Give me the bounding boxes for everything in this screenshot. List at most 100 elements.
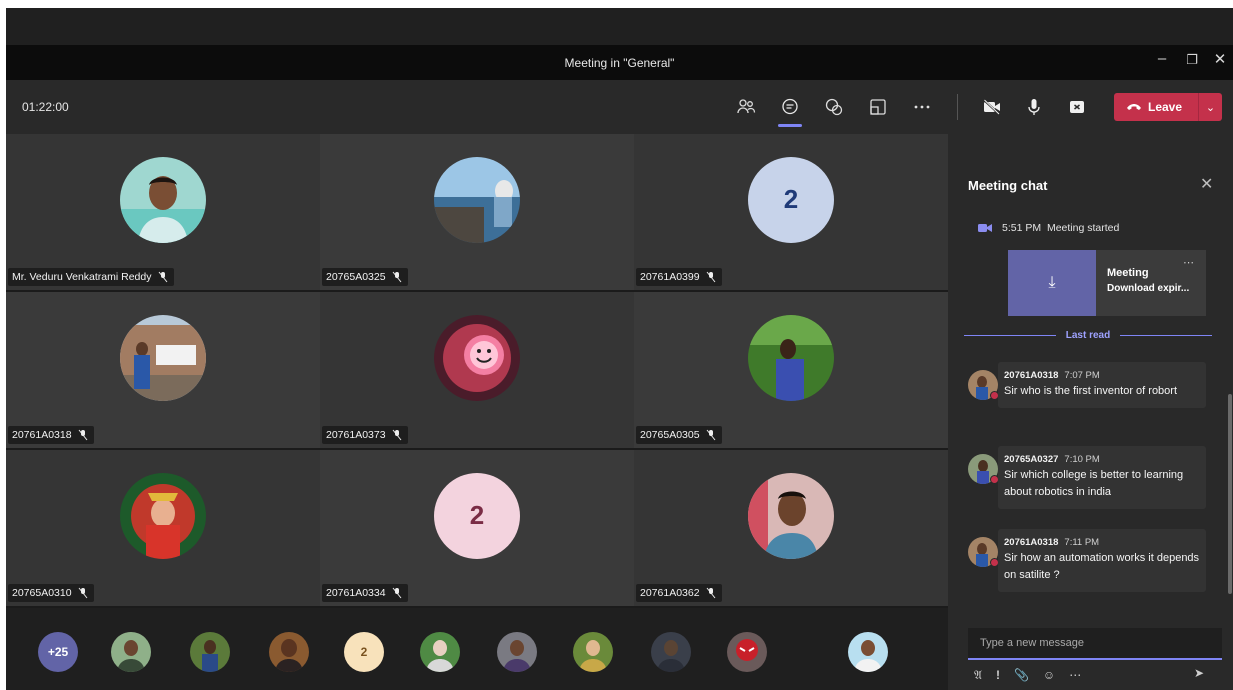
chat-scrollbar[interactable] <box>1228 394 1232 594</box>
hang-up-icon <box>1127 104 1141 110</box>
mic-icon[interactable] <box>1021 94 1047 120</box>
more-compose-options-icon[interactable]: ⋯ <box>1069 668 1081 682</box>
participant-nameplate: Mr. Veduru Venkatrami Reddy <box>8 268 174 286</box>
participant-avatar <box>120 156 206 243</box>
compose-toolbar: 𝔄 ! 📎 ☺ ⋯ ➤ <box>974 666 1224 684</box>
strip-avatar[interactable] <box>497 632 537 672</box>
participant-tile[interactable]: 20765A0305 <box>634 292 948 448</box>
emoji-icon[interactable]: ☺ <box>1043 668 1055 682</box>
participant-name: 20765A0305 <box>640 429 700 441</box>
recording-card-subtitle: Download expir... <box>1107 283 1190 294</box>
chat-icon[interactable] <box>777 94 803 120</box>
more-options-icon[interactable] <box>909 94 935 120</box>
mic-off-icon <box>392 271 401 283</box>
message-text: Sir which college is better to learning … <box>1004 469 1184 498</box>
message-bubble: 20765A0327 7:10 PM Sir which college is b… <box>998 446 1206 509</box>
leave-button[interactable]: Leave ⌄ <box>1114 93 1222 121</box>
send-icon[interactable]: ➤ <box>1194 666 1204 680</box>
important-icon[interactable]: ! <box>996 668 1000 682</box>
participant-tile[interactable]: 2 20761A0334 <box>320 450 634 606</box>
camera-off-icon[interactable] <box>979 94 1005 120</box>
participant-nameplate: 20765A0310 <box>8 584 94 602</box>
restore-icon[interactable]: ❐ <box>1181 52 1203 68</box>
meeting-started-event: 5:51 PM Meeting started <box>978 222 1119 234</box>
mic-off-icon <box>706 587 715 599</box>
message-time: 7:10 PM <box>1064 454 1100 465</box>
participant-tile[interactable]: Mr. Veduru Venkatrami Reddy <box>6 134 320 290</box>
compose-box[interactable] <box>968 628 1222 660</box>
strip-avatar[interactable] <box>269 632 309 672</box>
participant-tile[interactable]: 20761A0318 <box>6 292 320 448</box>
participant-strip: +25 2 <box>6 608 948 690</box>
reactions-icon[interactable] <box>821 94 847 120</box>
self-view-avatar[interactable] <box>848 632 888 672</box>
meeting-started-text: Meeting started <box>1046 222 1120 234</box>
mic-off-icon <box>706 429 715 441</box>
share-tray-icon[interactable] <box>865 94 891 120</box>
participant-initials-avatar: 2 <box>434 472 520 559</box>
strip-avatar[interactable] <box>420 632 460 672</box>
participant-name: 20761A0399 <box>640 271 700 283</box>
chevron-down-icon[interactable]: ⌄ <box>1199 101 1222 114</box>
close-chat-icon[interactable]: ✕ <box>1200 174 1213 194</box>
meeting-recording-card[interactable]: ⤓ Meeting Download expir... ⋯ <box>1008 250 1206 316</box>
participant-nameplate: 20761A0399 <box>636 268 722 286</box>
participant-nameplate: 20761A0362 <box>636 584 722 602</box>
participant-nameplate: 20761A0373 <box>322 426 408 444</box>
strip-initials-avatar[interactable]: 2 <box>344 632 384 672</box>
video-camera-icon <box>978 224 992 232</box>
meeting-started-time: 5:51 PM <box>1002 222 1042 234</box>
strip-avatar[interactable] <box>111 632 151 672</box>
leave-label: Leave <box>1148 100 1183 114</box>
message-time: 7:11 PM <box>1064 537 1100 548</box>
more-participants-badge[interactable]: +25 <box>38 632 78 672</box>
participants-icon[interactable] <box>733 94 759 120</box>
mic-off-icon <box>78 429 87 441</box>
participant-name: Mr. Veduru Venkatrami Reddy <box>12 271 152 283</box>
participant-tile[interactable]: 20765A0325 <box>320 134 634 290</box>
message-bubble: 20761A0318 7:11 PM Sir how an automation … <box>998 529 1206 592</box>
participant-name: 20765A0310 <box>12 587 72 599</box>
mic-off-icon <box>158 271 167 283</box>
participant-avatar <box>120 314 206 401</box>
window-title: Meeting in "General" <box>564 56 675 70</box>
participant-avatar <box>748 472 834 559</box>
message-author: 20765A0327 <box>1004 454 1059 465</box>
minimize-icon[interactable]: – <box>1151 50 1173 67</box>
participant-tile[interactable]: 20761A0373 <box>320 292 634 448</box>
participant-avatar <box>748 314 834 401</box>
mic-off-icon <box>706 271 715 283</box>
participant-nameplate: 20761A0318 <box>8 426 94 444</box>
participant-avatar <box>434 156 520 243</box>
close-window-icon[interactable]: ✕ <box>1209 50 1231 68</box>
teams-meeting-window: Meeting in "General" – ❐ ✕ 01:22:00 Leav… <box>6 8 1233 690</box>
meeting-timer: 01:22:00 <box>22 100 69 114</box>
participant-tile[interactable]: 20761A0362 <box>634 450 948 606</box>
mic-off-icon <box>392 587 401 599</box>
participant-avatar <box>120 472 206 559</box>
participant-name: 20761A0362 <box>640 587 700 599</box>
message-text: Sir how an automation works it depends o… <box>1004 552 1200 581</box>
card-more-options-icon[interactable]: ⋯ <box>1183 256 1194 269</box>
participant-nameplate: 20765A0325 <box>322 268 408 286</box>
message-text: Sir who is the first inventor of robort <box>1004 385 1178 397</box>
message-time: 7:07 PM <box>1064 370 1100 381</box>
participant-tile[interactable]: 2 20761A0399 <box>634 134 948 290</box>
participant-nameplate: 20761A0334 <box>322 584 408 602</box>
participant-name: 20761A0334 <box>326 587 386 599</box>
share-screen-icon[interactable] <box>1064 94 1090 120</box>
last-read-label: Last read <box>1065 330 1111 341</box>
strip-avatar[interactable] <box>573 632 613 672</box>
strip-avatar[interactable] <box>651 632 691 672</box>
message-author: 20761A0318 <box>1004 537 1059 548</box>
participant-name: 20761A0318 <box>12 429 72 441</box>
attach-icon[interactable]: 📎 <box>1014 668 1029 682</box>
participant-name: 20765A0325 <box>326 271 386 283</box>
message-input[interactable] <box>968 628 1222 658</box>
strip-avatar[interactable] <box>727 632 767 672</box>
strip-avatar[interactable] <box>190 632 230 672</box>
chat-panel-title: Meeting chat <box>968 178 1048 193</box>
format-icon[interactable]: 𝔄 <box>974 668 982 683</box>
meeting-toolbar: 01:22:00 Leave ⌄ <box>6 80 1233 134</box>
participant-tile[interactable]: 20765A0310 <box>6 450 320 606</box>
